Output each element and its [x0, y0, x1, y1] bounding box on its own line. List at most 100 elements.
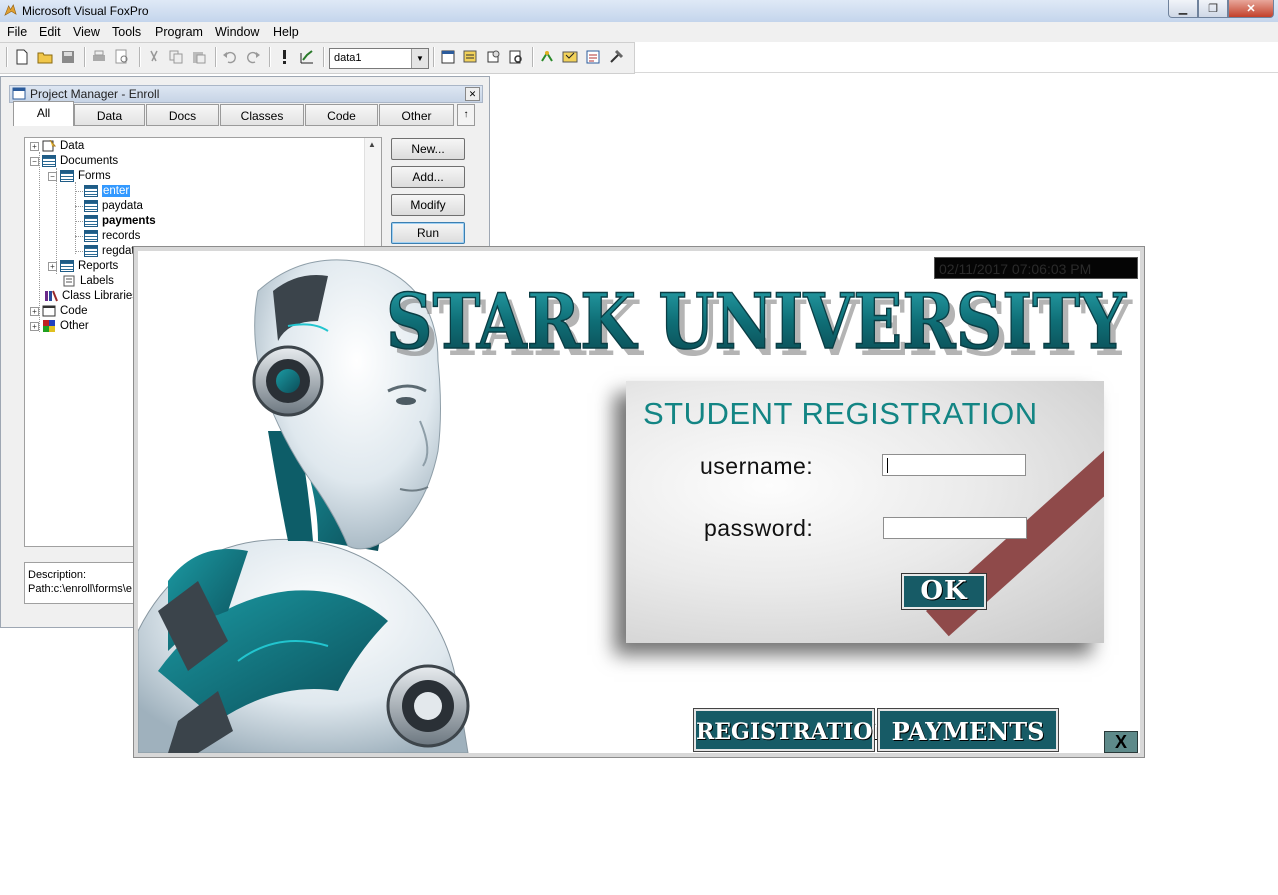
minimize-button[interactable]: ▁	[1168, 0, 1198, 18]
tree-label-code: Code	[60, 305, 88, 317]
tree-label-forms: Forms	[78, 170, 111, 182]
new-button[interactable]: New...	[391, 138, 465, 160]
menu-program[interactable]: Program	[155, 25, 203, 39]
code-window-icon[interactable]	[508, 49, 524, 65]
tab-docs[interactable]: Docs	[146, 104, 219, 126]
expand-icon[interactable]: +	[30, 321, 39, 331]
description-label: Description:	[28, 569, 87, 581]
form-icon	[84, 245, 98, 257]
tree-node-data[interactable]: + Data	[30, 139, 84, 153]
restore-button[interactable]: ❐	[1198, 0, 1228, 18]
tree-node-form-regdat[interactable]: regdat	[84, 244, 135, 258]
tab-code[interactable]: Code	[305, 104, 378, 126]
run-button[interactable]: Run	[391, 222, 465, 244]
expand-icon[interactable]: +	[30, 306, 39, 316]
login-title: STUDENT REGISTRATION	[643, 396, 1038, 431]
tree-label-other: Other	[60, 320, 89, 332]
save-icon[interactable]	[60, 49, 76, 65]
tree-node-form-records[interactable]: records	[84, 229, 140, 243]
tree-node-code[interactable]: + Code	[30, 304, 88, 318]
password-label: password:	[704, 515, 814, 541]
tab-data[interactable]: Data	[74, 104, 145, 126]
class-libraries-icon	[45, 290, 58, 302]
close-icon[interactable]: ✕	[465, 87, 480, 101]
tree-label-reports: Reports	[78, 260, 119, 272]
window-close-button[interactable]: ✕	[1228, 0, 1274, 18]
toolbar-empty-area	[635, 42, 1278, 73]
copy-icon[interactable]	[168, 49, 184, 65]
tree-node-documents[interactable]: − Documents	[30, 154, 118, 168]
code-icon	[42, 305, 56, 317]
menu-window[interactable]: Window	[215, 25, 259, 39]
form-icon	[84, 215, 98, 227]
properties-window-icon[interactable]	[485, 49, 501, 65]
database-combo[interactable]: data1 ▼	[329, 48, 429, 69]
run-exclamation-icon[interactable]	[276, 49, 292, 65]
menu-bar: File Edit View Tools Program Window Help	[0, 22, 1278, 42]
open-folder-icon[interactable]	[37, 49, 53, 65]
modify-button[interactable]: Modify	[391, 194, 465, 216]
tree-label-form: payments	[102, 215, 156, 227]
university-title: STARK UNIVERSITY STARK UNIVERSITY	[385, 276, 1132, 363]
collapse-arrow-button[interactable]: ↑	[457, 104, 475, 126]
tree-label-class-libraries: Class Libraries	[62, 290, 139, 302]
tree-node-forms[interactable]: − Forms	[48, 169, 111, 183]
database-designer-icon[interactable]	[539, 49, 555, 65]
form-close-button[interactable]: X	[1104, 731, 1138, 753]
menu-tools[interactable]: Tools	[112, 25, 141, 39]
collapse-icon[interactable]: −	[30, 156, 39, 166]
redo-icon[interactable]	[245, 49, 261, 65]
password-input[interactable]	[883, 517, 1027, 539]
menu-help[interactable]: Help	[273, 25, 299, 39]
database-combo-value: data1	[334, 52, 362, 64]
registration-button[interactable]: REGISTRATION	[693, 708, 892, 752]
username-input[interactable]	[882, 454, 1026, 476]
tree-node-form-enter[interactable]: enter	[84, 184, 131, 198]
forms-icon	[60, 170, 74, 182]
form-icon	[84, 200, 98, 212]
form-wizard-icon[interactable]	[562, 49, 578, 65]
tree-label-data: Data	[60, 140, 85, 152]
expand-icon[interactable]: +	[48, 261, 57, 271]
cut-icon[interactable]	[146, 49, 162, 65]
undo-icon[interactable]	[222, 49, 238, 65]
form-icon	[84, 230, 98, 242]
scroll-up-icon[interactable]: ▲	[368, 140, 376, 149]
chevron-down-icon[interactable]: ▼	[411, 49, 428, 68]
tree-node-form-payments[interactable]: payments	[84, 214, 156, 228]
tree-node-reports[interactable]: + Reports	[48, 259, 118, 273]
tab-all[interactable]: All	[13, 101, 74, 126]
expand-icon[interactable]: +	[30, 141, 39, 151]
new-file-icon[interactable]	[14, 49, 30, 65]
command-window-icon[interactable]	[440, 49, 456, 65]
print-preview-icon[interactable]	[114, 49, 130, 65]
add-button[interactable]: Add...	[391, 166, 465, 188]
view-window-icon[interactable]	[462, 49, 478, 65]
paste-icon[interactable]	[191, 49, 207, 65]
tab-other[interactable]: Other	[379, 104, 454, 126]
menu-view[interactable]: View	[73, 25, 100, 39]
title-bar: Microsoft Visual FoxPro ▁ ❐ ✕	[0, 0, 1278, 23]
report-designer-icon[interactable]	[585, 49, 601, 65]
project-manager-title-bar[interactable]: Project Manager - Enroll ✕	[9, 85, 483, 103]
collapse-icon[interactable]: −	[48, 171, 57, 181]
tools-hammer-icon[interactable]	[608, 49, 624, 65]
tree-node-form-paydata[interactable]: paydata	[84, 199, 143, 213]
path-label: Path:c:\enroll\forms\e	[28, 583, 132, 595]
tree-node-other[interactable]: + Other	[30, 319, 89, 333]
tree-node-labels[interactable]: Labels	[62, 274, 114, 288]
reports-icon	[60, 260, 74, 272]
menu-file[interactable]: File	[7, 25, 27, 39]
form-icon	[84, 185, 98, 197]
tab-classes[interactable]: Classes	[220, 104, 304, 126]
university-title-text: STARK UNIVERSITY	[386, 277, 1127, 363]
menu-edit[interactable]: Edit	[39, 25, 61, 39]
print-icon[interactable]	[91, 49, 107, 65]
modify-form-icon[interactable]	[299, 49, 315, 65]
ok-button[interactable]: OK	[901, 573, 987, 610]
data-icon	[42, 140, 56, 152]
tree-node-class-libraries[interactable]: Class Libraries	[44, 289, 138, 303]
payments-button[interactable]: PAYMENTS	[877, 708, 1059, 752]
tree-label-form: regdat	[102, 245, 135, 257]
stark-university-form: 02/11/2017 07:06:03 PM STARK UNIVERSITY …	[133, 246, 1145, 758]
